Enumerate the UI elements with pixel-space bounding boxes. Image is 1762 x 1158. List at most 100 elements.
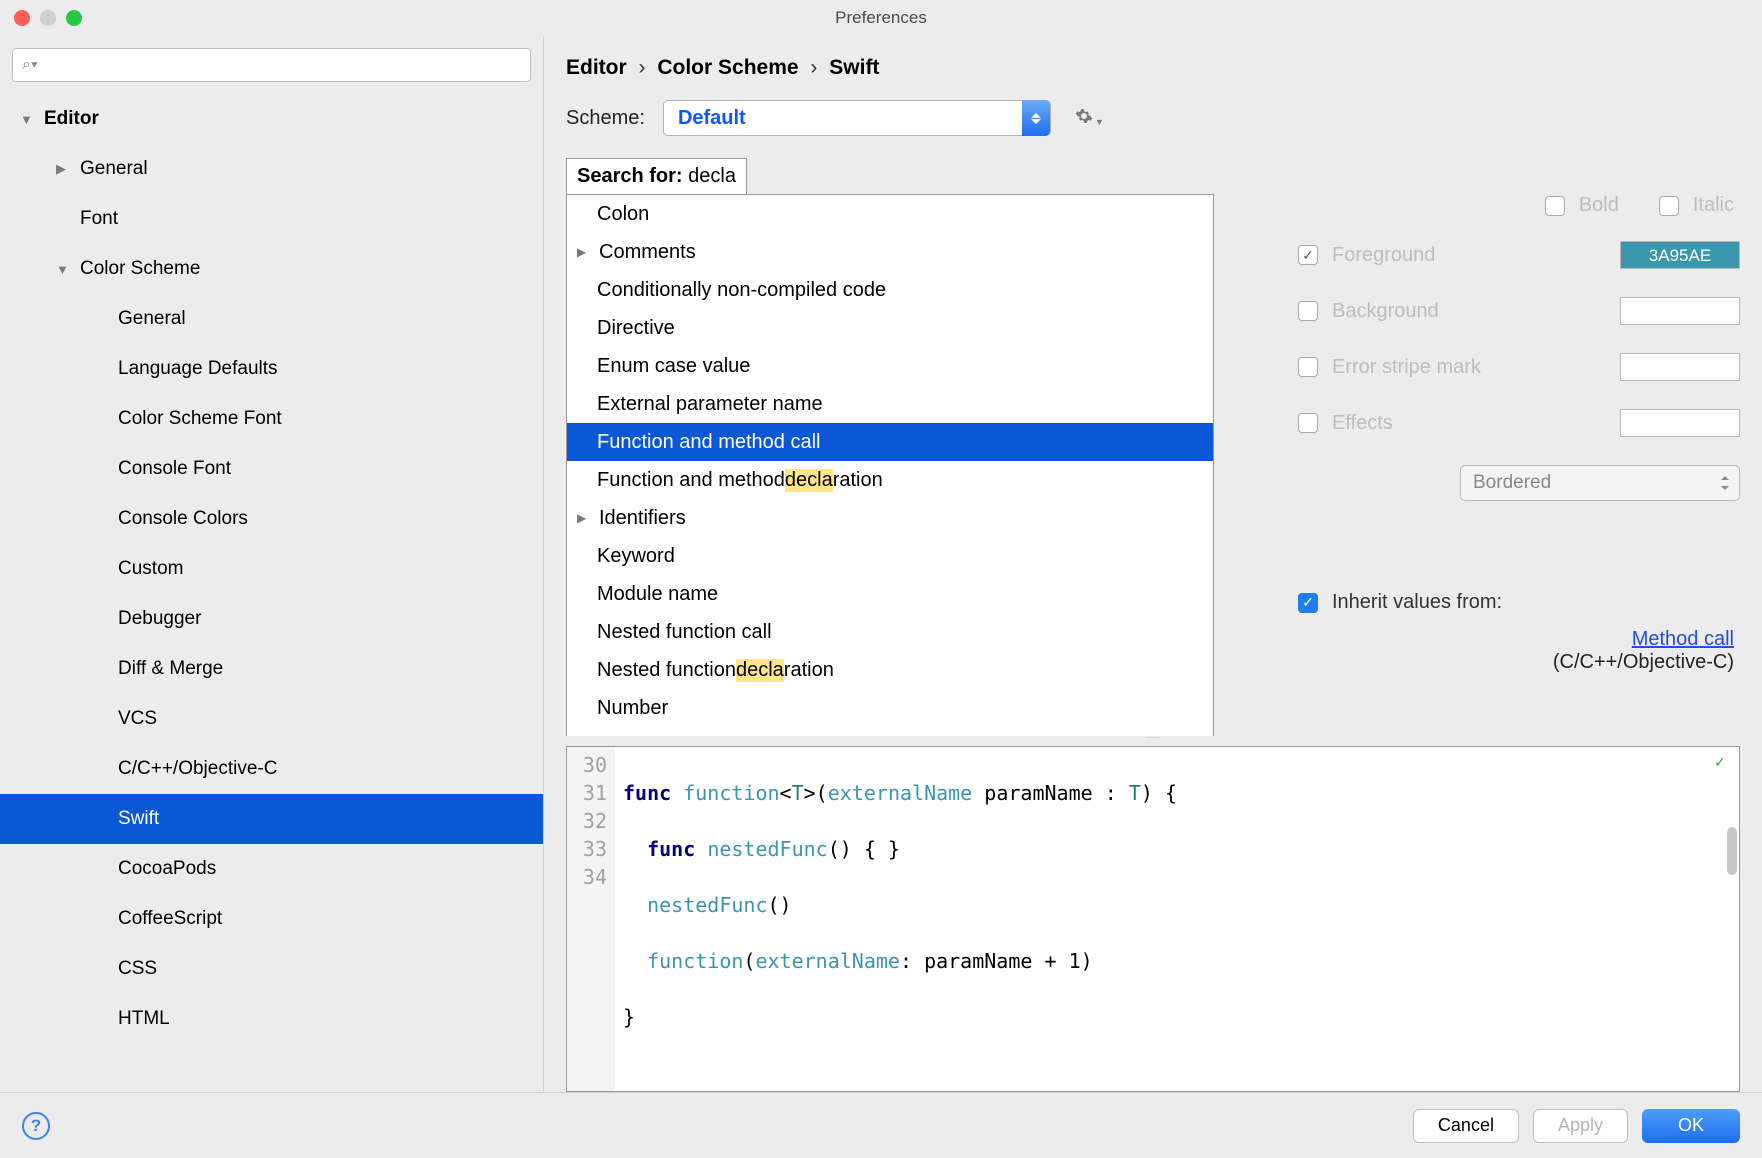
sidebar-item-label: CocoaPods: [118, 858, 216, 880]
attribute-label: External parameter name: [597, 393, 823, 416]
attribute-row[interactable]: ▶Identifiers: [567, 499, 1213, 537]
breadcrumb-separator: ›: [804, 56, 823, 79]
sidebar-item[interactable]: Custom: [0, 544, 543, 594]
sidebar-item[interactable]: ▶General: [0, 144, 543, 194]
effects-type-select[interactable]: Bordered: [1460, 465, 1740, 501]
attribute-row[interactable]: External parameter name: [567, 385, 1213, 423]
close-icon[interactable]: [14, 10, 30, 26]
resize-handle-icon[interactable]: ˙˙˙˙˙˙˙: [566, 736, 1740, 746]
italic-checkbox-row[interactable]: Italic: [1659, 194, 1734, 217]
attribute-row[interactable]: Nested function call: [567, 613, 1213, 651]
error-stripe-row: Error stripe mark: [1298, 353, 1740, 381]
scheme-label: Scheme:: [566, 107, 645, 130]
main-content: ⌕▾ ▼ Editor ▶GeneralFont▼Color SchemeGen…: [0, 36, 1762, 1092]
attribute-row[interactable]: Keyword: [567, 537, 1213, 575]
attribute-row[interactable]: Nested function declaration: [567, 651, 1213, 689]
attribute-list[interactable]: Colon ▶CommentsConditionally non-compiled…: [566, 194, 1214, 736]
checkbox-icon[interactable]: [1298, 245, 1318, 265]
attribute-label: Enum case value: [597, 355, 750, 378]
bold-checkbox-row[interactable]: Bold: [1545, 194, 1619, 217]
sidebar-item[interactable]: Font: [0, 194, 543, 244]
inherit-link[interactable]: Method call: [1632, 628, 1734, 650]
checkbox-icon[interactable]: [1659, 196, 1679, 216]
sidebar-item[interactable]: C/C++/Objective-C: [0, 744, 543, 794]
sidebar-item-label: Custom: [118, 558, 183, 580]
attribute-row[interactable]: Colon: [567, 195, 1213, 233]
sidebar-item[interactable]: HTML: [0, 994, 543, 1044]
sidebar-item[interactable]: Language Defaults: [0, 344, 543, 394]
apply-button[interactable]: Apply: [1533, 1109, 1628, 1143]
effects-type-value: Bordered: [1473, 472, 1551, 494]
attribute-label: Number: [597, 697, 668, 720]
maximize-icon[interactable]: [66, 10, 82, 26]
help-button[interactable]: ?: [22, 1112, 50, 1140]
attribute-row[interactable]: Property: [567, 727, 1213, 736]
attribute-label: decla: [736, 659, 784, 682]
search-for-label: Search for:: [577, 165, 683, 187]
sidebar-item[interactable]: General: [0, 294, 543, 344]
sidebar-item[interactable]: VCS: [0, 694, 543, 744]
attribute-row[interactable]: Function and method declaration: [567, 461, 1213, 499]
attribute-label: Function and method call: [597, 431, 820, 454]
checkbox-icon[interactable]: [1298, 301, 1318, 321]
sidebar-item[interactable]: CocoaPods: [0, 844, 543, 894]
attribute-row[interactable]: Conditionally non-compiled code: [567, 271, 1213, 309]
sidebar-item[interactable]: ▼Color Scheme: [0, 244, 543, 294]
inherit-block: Inherit values from: Method call (C/C++/…: [1298, 591, 1740, 674]
breadcrumb-segment: Editor: [566, 56, 627, 79]
scrollbar-thumb[interactable]: [1727, 827, 1737, 875]
attribute-search-box[interactable]: Search for: decla: [566, 158, 747, 195]
sidebar-item[interactable]: CSS: [0, 944, 543, 994]
checkbox-icon[interactable]: [1298, 593, 1318, 613]
gear-icon[interactable]: ▼: [1075, 107, 1104, 130]
checkbox-icon[interactable]: [1298, 413, 1318, 433]
sidebar-tree[interactable]: ▼ Editor ▶General Font ▼Color SchemeGenera…: [0, 94, 543, 1092]
line-number: 32: [575, 807, 607, 835]
scheme-value: Default: [664, 107, 1022, 130]
background-color-swatch[interactable]: [1620, 297, 1740, 325]
attribute-row[interactable]: ▶Comments: [567, 233, 1213, 271]
sidebar-item[interactable]: Console Colors: [0, 494, 543, 544]
minimize-icon[interactable]: [40, 10, 56, 26]
attribute-row[interactable]: Function and method call: [567, 423, 1213, 461]
sidebar-item-editor[interactable]: ▼ Editor: [0, 94, 543, 144]
sidebar-item[interactable]: CoffeeScript: [0, 894, 543, 944]
breadcrumb-separator: ›: [633, 56, 652, 79]
error-stripe-color-swatch[interactable]: [1620, 353, 1740, 381]
attribute-label: Identifiers: [599, 507, 686, 530]
attribute-label: decla: [785, 469, 833, 492]
attribute-label: Nested function call: [597, 621, 772, 644]
sidebar-item[interactable]: Console Font: [0, 444, 543, 494]
sidebar-item[interactable]: Swift: [0, 794, 543, 844]
foreground-row: Foreground 3A95AE: [1298, 241, 1740, 269]
window-title: Preferences: [835, 8, 927, 28]
code-area[interactable]: func function<T>(externalName paramName …: [615, 747, 1739, 1091]
attribute-label: ration: [833, 469, 883, 492]
sidebar-item-label: Font: [80, 208, 118, 230]
attribute-row[interactable]: Number: [567, 689, 1213, 727]
breadcrumb-segment: Swift: [829, 56, 879, 79]
sidebar-item[interactable]: Color Scheme Font: [0, 394, 543, 444]
effects-color-swatch[interactable]: [1620, 409, 1740, 437]
attribute-label: Directive: [597, 317, 675, 340]
ok-button[interactable]: OK: [1642, 1109, 1740, 1143]
checkbox-icon[interactable]: [1545, 196, 1565, 216]
attribute-row[interactable]: Module name: [567, 575, 1213, 613]
gutter: 30 31 32 33 34: [567, 747, 615, 1091]
sidebar-search-input[interactable]: [12, 48, 531, 82]
scheme-select[interactable]: Default: [663, 100, 1051, 136]
footer: ? Cancel Apply OK: [0, 1092, 1762, 1158]
cancel-button[interactable]: Cancel: [1413, 1109, 1519, 1143]
sidebar-item[interactable]: Diff & Merge: [0, 644, 543, 694]
attribute-label: Colon: [597, 203, 649, 226]
sidebar-item-label: Language Defaults: [118, 358, 278, 380]
foreground-color-swatch[interactable]: 3A95AE: [1620, 241, 1740, 269]
sidebar: ⌕▾ ▼ Editor ▶GeneralFont▼Color SchemeGen…: [0, 36, 544, 1092]
checkbox-icon[interactable]: [1298, 357, 1318, 377]
sidebar-item[interactable]: Debugger: [0, 594, 543, 644]
attribute-row[interactable]: Enum case value: [567, 347, 1213, 385]
attribute-row[interactable]: Directive: [567, 309, 1213, 347]
chevron-updown-icon: [1022, 100, 1050, 136]
attribute-label: Property: [597, 735, 673, 737]
line-number: 31: [575, 779, 607, 807]
